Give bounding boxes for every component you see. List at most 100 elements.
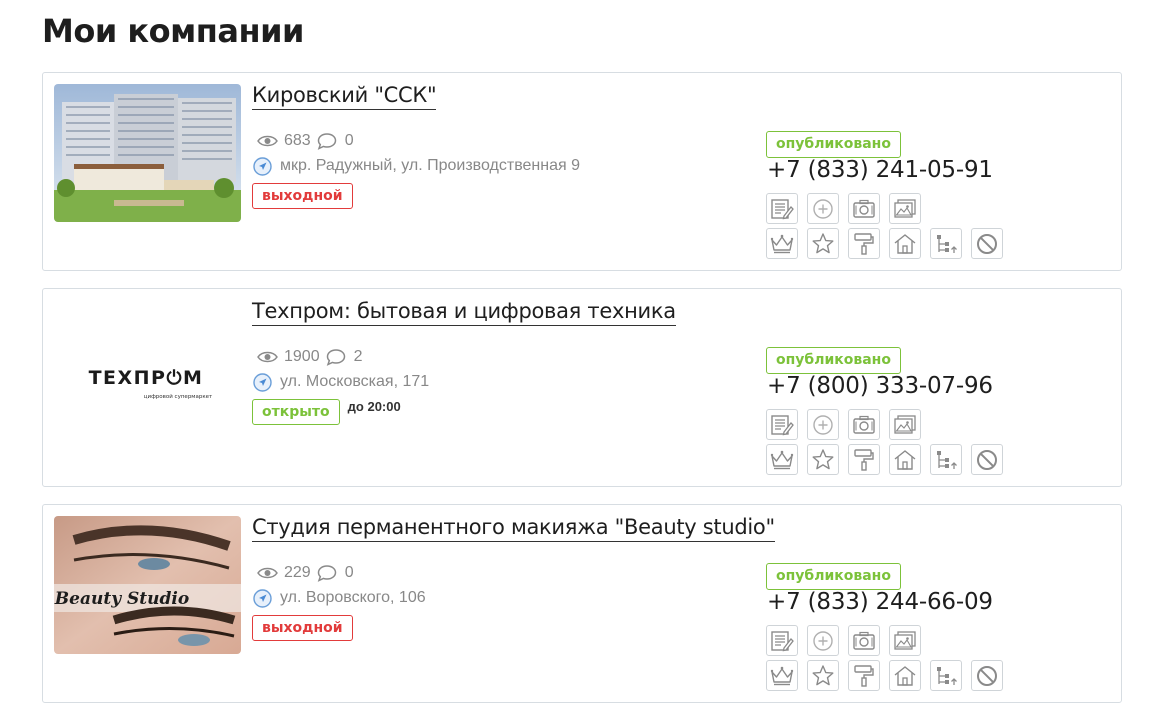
add-button[interactable] [807,409,839,440]
hours-until: до 20:00 [347,398,401,414]
ban-icon [977,233,997,254]
structure-button[interactable] [930,228,962,259]
crown-icon [770,234,794,253]
actions-row-1 [766,193,1006,224]
comments-count: 0 [344,132,354,149]
gallery-icon [894,198,916,218]
edit-icon [771,630,794,651]
home-icon [894,665,916,686]
gallery-button[interactable] [889,409,921,440]
favorite-button[interactable] [807,228,839,259]
views-count: 1900 [284,348,320,365]
status-badge: опубликовано [766,131,901,158]
address-text: ул. Московская, 171 [280,373,430,390]
page-title: Мои компании [42,12,304,50]
paint-roller-icon [854,448,874,471]
block-button[interactable] [971,660,1003,691]
location-arrow-icon [253,156,272,176]
add-button[interactable] [807,625,839,656]
favorite-button[interactable] [807,444,839,475]
gallery-icon [894,414,916,434]
block-button[interactable] [971,444,1003,475]
tree-structure-icon [937,666,957,685]
edit-icon [771,414,794,435]
structure-button[interactable] [930,660,962,691]
company-name-link[interactable]: Кировский "ССК" [252,83,437,110]
plus-circle-icon [813,414,833,435]
photo-button[interactable] [848,193,880,224]
edit-button[interactable] [766,193,798,224]
edit-button[interactable] [766,409,798,440]
home-button[interactable] [889,444,921,475]
company-name-link[interactable]: Студия перманентного макияжа "Beauty stu… [252,515,775,542]
comment-icon [317,133,336,150]
ban-icon [977,449,997,470]
premium-button[interactable] [766,228,798,259]
company-phone: +7 (833) 244-66-09 [767,589,993,615]
camera-icon [853,199,875,218]
company-thumbnail[interactable]: ТЕХПР⏻М цифровой супермаркет [54,300,241,438]
premium-button[interactable] [766,444,798,475]
eye-photo: Beauty Studio [54,516,241,654]
gallery-button[interactable] [889,193,921,224]
ban-icon [977,665,997,686]
company-thumbnail[interactable]: Beauty Studio [54,516,241,654]
crown-icon [770,450,794,469]
star-icon [812,449,834,470]
camera-icon [853,415,875,434]
design-button[interactable] [848,228,880,259]
location-arrow-icon [253,372,272,392]
actions-row-2 [766,660,1006,691]
building-photo [54,84,241,222]
company-card: Beauty Studio Студия перманентного макия… [42,504,1122,703]
block-button[interactable] [971,228,1003,259]
company-card: Кировский "ССК" 683 0 мкр. Радужный, ул.… [42,72,1122,271]
actions-row-1 [766,625,1006,656]
eye-icon [257,135,278,147]
paint-roller-icon [854,664,874,687]
company-address: мкр. Радужный, ул. Производственная 9 [253,156,580,176]
paint-roller-icon [854,232,874,255]
home-button[interactable] [889,228,921,259]
gallery-icon [894,630,916,650]
actions-row-2 [766,444,1006,475]
comments-count: 0 [344,564,354,581]
photo-button[interactable] [848,409,880,440]
plus-circle-icon [813,630,833,651]
camera-icon [853,631,875,650]
comment-icon [326,349,345,366]
actions-row-2 [766,228,1006,259]
company-stats: 229 0 [257,563,354,583]
status-badge: опубликовано [766,563,901,590]
add-button[interactable] [807,193,839,224]
photo-button[interactable] [848,625,880,656]
company-phone: +7 (800) 333-07-96 [767,373,993,399]
thumb-caption: Beauty Studio [54,589,189,609]
design-button[interactable] [848,444,880,475]
star-icon [812,665,834,686]
premium-button[interactable] [766,660,798,691]
views-count: 683 [284,132,311,149]
company-name-link[interactable]: Техпром: бытовая и цифровая техника [252,299,676,326]
company-stats: 683 0 [257,131,354,151]
location-arrow-icon [253,588,272,608]
actions-row-1 [766,409,1006,440]
company-address: ул. Московская, 171 [253,372,429,392]
hours-badge: открыто [252,399,340,425]
hours-badge: выходной [252,183,353,209]
edit-button[interactable] [766,625,798,656]
hours-row: открыто до 20:00 [252,399,401,425]
hours-badge: выходной [252,615,353,641]
company-thumbnail[interactable] [54,84,241,222]
structure-button[interactable] [930,444,962,475]
eye-icon [257,567,278,579]
hours-row: выходной [252,615,353,641]
home-button[interactable] [889,660,921,691]
crown-icon [770,666,794,685]
favorite-button[interactable] [807,660,839,691]
design-button[interactable] [848,660,880,691]
plus-circle-icon [813,198,833,219]
gallery-button[interactable] [889,625,921,656]
company-logo: ТЕХПР⏻М цифровой супермаркет [54,300,241,438]
comment-icon [317,565,336,582]
